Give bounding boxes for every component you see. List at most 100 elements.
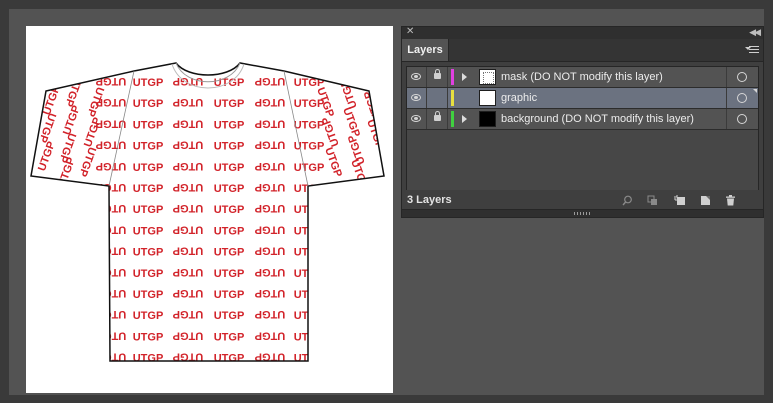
visibility-eye-icon[interactable] bbox=[411, 94, 421, 101]
pattern-text: UTGP bbox=[214, 247, 245, 259]
pattern-text: UTGP bbox=[133, 268, 164, 280]
pattern-text: UTGP bbox=[173, 266, 204, 278]
pattern-text: UTGP bbox=[96, 202, 127, 214]
target-circle-icon[interactable] bbox=[737, 93, 747, 103]
create-new-layer-icon[interactable] bbox=[700, 195, 711, 206]
layer-thumbnail bbox=[479, 111, 496, 127]
pattern-text: UTGP bbox=[96, 266, 127, 278]
pattern-text: UTGP bbox=[255, 160, 286, 172]
pattern-text: UTGP bbox=[214, 289, 245, 301]
pattern-text: UTGP bbox=[294, 204, 325, 216]
make-clipping-mask-icon[interactable] bbox=[647, 195, 658, 206]
pattern-text: UTGP bbox=[214, 353, 245, 365]
layer-count: 3 Layers bbox=[407, 194, 452, 206]
pattern-text: UTGP bbox=[294, 247, 325, 259]
pattern-text: UTGP bbox=[294, 225, 325, 237]
visibility-eye-icon[interactable] bbox=[411, 73, 421, 80]
expand-triangle-icon[interactable] bbox=[462, 73, 467, 81]
visibility-eye-icon[interactable] bbox=[411, 115, 421, 122]
pattern-text: UTGP bbox=[214, 119, 245, 131]
pattern-text: UTGP bbox=[96, 245, 127, 257]
pattern-text: UTGP bbox=[173, 117, 204, 129]
pattern-text: UTGP bbox=[133, 247, 164, 259]
pattern-text: UTGP bbox=[133, 162, 164, 174]
pattern-text: UTGP bbox=[294, 268, 325, 280]
pattern-text: UTGP bbox=[255, 75, 286, 87]
layer-thumbnail bbox=[479, 90, 496, 106]
pattern-text: UTGP bbox=[294, 162, 325, 174]
pattern-text: UTGP bbox=[255, 202, 286, 214]
target-circle-icon[interactable] bbox=[737, 72, 747, 82]
layer-name[interactable]: graphic bbox=[501, 88, 537, 108]
layer-row-mask[interactable]: mask (DO NOT modify this layer) bbox=[407, 67, 758, 88]
pattern-text: UTGP bbox=[133, 77, 164, 89]
pattern-text: UTGP bbox=[133, 310, 164, 322]
pattern-text: UTGP bbox=[255, 329, 286, 341]
layer-row-graphic[interactable]: graphic bbox=[407, 88, 758, 109]
pattern-text: UTGP bbox=[214, 225, 245, 237]
pattern-text: UTGP bbox=[173, 96, 204, 108]
expand-triangle-icon[interactable] bbox=[462, 115, 467, 123]
pattern-text: UTGP bbox=[214, 183, 245, 195]
pattern-text: UTGP bbox=[294, 353, 325, 365]
panel-menu-icon[interactable] bbox=[745, 44, 759, 56]
pattern-text: UTGP bbox=[294, 119, 325, 131]
pattern-text: UTGP bbox=[214, 204, 245, 216]
tab-layers[interactable]: Layers bbox=[402, 39, 449, 61]
pattern-text: UTGP bbox=[294, 331, 325, 343]
pattern-text: UTGP bbox=[96, 308, 127, 320]
selection-indicator-icon bbox=[753, 89, 757, 93]
pattern-text: UTGP bbox=[255, 308, 286, 320]
pattern-text: UTGP bbox=[214, 268, 245, 280]
pattern-text: UTGP bbox=[133, 353, 164, 365]
pattern-text: UTGP bbox=[294, 310, 325, 322]
locate-object-icon[interactable] bbox=[622, 195, 633, 206]
layer-thumbnail bbox=[479, 69, 496, 85]
target-circle-icon[interactable] bbox=[737, 114, 747, 124]
layer-list: mask (DO NOT modify this layer) graphic bbox=[406, 66, 759, 203]
delete-layer-icon[interactable] bbox=[725, 195, 736, 206]
pattern-text: UTGP bbox=[214, 98, 245, 110]
pattern-text: UTGP bbox=[173, 202, 204, 214]
layer-name[interactable]: background (DO NOT modify this layer) bbox=[501, 109, 694, 129]
pattern-text: UTGP bbox=[133, 225, 164, 237]
pattern-text: UTGP bbox=[173, 223, 204, 235]
pattern-text: UTGP bbox=[96, 139, 127, 151]
double-chevron-left-icon[interactable]: ◀◀ bbox=[749, 26, 761, 38]
close-icon[interactable]: ✕ bbox=[406, 26, 414, 38]
panel-tabbar: Layers bbox=[402, 39, 763, 62]
lock-icon[interactable] bbox=[434, 69, 441, 79]
lock-icon[interactable] bbox=[434, 111, 441, 121]
pattern-text: UTGP bbox=[173, 245, 204, 257]
layer-row-background[interactable]: background (DO NOT modify this layer) bbox=[407, 109, 758, 130]
pattern-text: UTGP bbox=[96, 181, 127, 193]
create-sublayer-icon[interactable] bbox=[674, 195, 685, 206]
pattern-text: UTGP bbox=[214, 310, 245, 322]
panel-resize-grip[interactable] bbox=[402, 209, 763, 217]
pattern-text: UTGP bbox=[214, 141, 245, 153]
pattern-text: UTGP bbox=[173, 181, 204, 193]
pattern-text: UTGP bbox=[133, 331, 164, 343]
pattern-text: UTGP bbox=[255, 181, 286, 193]
tshirt-artwork[interactable]: UTGP UTGP UTGP UTGP UTGP UTGP UTGP UTGP UTGP UTGP… bbox=[26, 26, 393, 393]
pattern-text: UTGP bbox=[173, 308, 204, 320]
pattern-text: UTGP bbox=[133, 183, 164, 195]
pattern-text: UTGP bbox=[255, 266, 286, 278]
layer-color-tag bbox=[451, 111, 454, 127]
panel-titlebar: ✕ ◀◀ bbox=[402, 26, 763, 39]
pattern-text: UTGP bbox=[96, 329, 127, 341]
layer-name[interactable]: mask (DO NOT modify this layer) bbox=[501, 67, 663, 87]
pattern-text: UTGP bbox=[255, 245, 286, 257]
pattern-text: UTGP bbox=[133, 141, 164, 153]
layer-color-tag bbox=[451, 90, 454, 106]
pattern-text: UTGP bbox=[173, 329, 204, 341]
pattern-text: UTGP bbox=[255, 139, 286, 151]
artboard[interactable]: UTGP UTGP UTGP UTGP UTGP UTGP UTGP UTGP UTGP UTGP… bbox=[26, 26, 393, 393]
pattern-text: UTGP bbox=[255, 117, 286, 129]
pattern-text: UTGP bbox=[255, 223, 286, 235]
pattern-text: UTGP bbox=[173, 287, 204, 299]
pattern-text: UTGP bbox=[255, 287, 286, 299]
pattern-text: UTGP bbox=[96, 287, 127, 299]
pattern-text: UTGP bbox=[294, 289, 325, 301]
pattern-text: UTGP bbox=[133, 119, 164, 131]
